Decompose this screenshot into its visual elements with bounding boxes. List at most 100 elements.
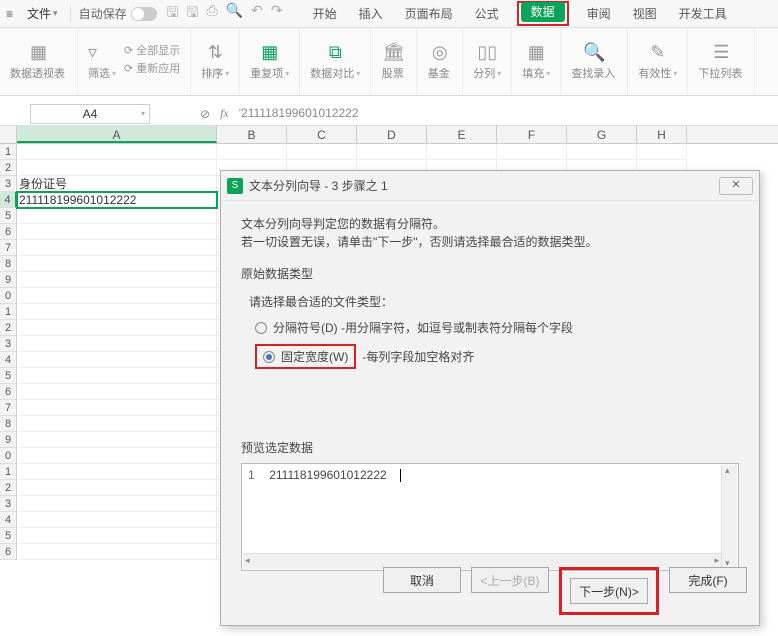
cell[interactable] xyxy=(17,304,217,320)
cell[interactable] xyxy=(217,144,287,160)
row-header[interactable]: 9 xyxy=(0,272,17,288)
cell[interactable] xyxy=(17,528,217,544)
row-header[interactable]: 4 xyxy=(0,192,17,208)
tab-insert[interactable]: 插入 xyxy=(355,1,387,26)
row-header[interactable]: 6 xyxy=(0,544,17,560)
cell[interactable] xyxy=(17,336,217,352)
ribbon-validity[interactable]: ✎ 有效性 xyxy=(628,28,688,95)
cell[interactable] xyxy=(17,240,217,256)
ribbon-fill[interactable]: ▦ 填充 xyxy=(512,28,561,95)
ribbon-split[interactable]: ▯▯ 分列 xyxy=(463,28,512,95)
col-header-B[interactable]: B xyxy=(217,126,287,143)
row-header[interactable]: 8 xyxy=(0,256,17,272)
cell[interactable]: 211118199601012222 xyxy=(17,192,217,208)
tab-data[interactable]: 数据 xyxy=(521,2,565,22)
save-as-icon[interactable]: 🖫 xyxy=(187,2,199,26)
row-header[interactable]: 0 xyxy=(0,448,17,464)
dialog-titlebar[interactable]: S 文本分列向导 - 3 步骤之 1 ✕ xyxy=(221,171,759,201)
cell[interactable] xyxy=(17,544,217,560)
save-icon[interactable]: 🖫 xyxy=(167,2,179,26)
ribbon-compare[interactable]: ⧉ 数据对比 xyxy=(300,28,371,95)
row-header[interactable]: 2 xyxy=(0,480,17,496)
preview-icon[interactable]: 🔍 xyxy=(226,2,243,26)
cell[interactable] xyxy=(357,144,427,160)
cell[interactable] xyxy=(17,224,217,240)
cell[interactable] xyxy=(17,384,217,400)
fx-icon[interactable]: fx xyxy=(220,106,229,121)
tab-start[interactable]: 开始 xyxy=(309,1,341,26)
col-header-D[interactable]: D xyxy=(357,126,427,143)
cell[interactable] xyxy=(17,416,217,432)
cell[interactable] xyxy=(17,160,217,176)
tab-review[interactable]: 审阅 xyxy=(583,1,615,26)
cell[interactable] xyxy=(17,320,217,336)
row-header[interactable]: 0 xyxy=(0,288,17,304)
formula-input[interactable]: '211118199601012222 xyxy=(239,106,359,121)
undo-icon[interactable]: ↶ xyxy=(251,2,263,26)
finish-button[interactable]: 完成(F) xyxy=(669,567,747,593)
col-header-F[interactable]: F xyxy=(497,126,567,143)
row-header[interactable]: 6 xyxy=(0,224,17,240)
ribbon-sort[interactable]: ⇅ 排序 xyxy=(191,28,240,95)
tab-layout[interactable]: 页面布局 xyxy=(401,1,457,26)
ribbon-dropdown[interactable]: ☰ 下拉列表 xyxy=(688,28,755,95)
radio-delimited[interactable]: 分隔符号(D) -用分隔字符，如逗号或制表符分隔每个字段 xyxy=(255,319,739,336)
row-header[interactable]: 8 xyxy=(0,416,17,432)
cell[interactable] xyxy=(567,144,637,160)
preview-scrollbar-v[interactable] xyxy=(721,465,737,569)
cell[interactable] xyxy=(17,448,217,464)
hamburger-icon[interactable]: ≡ xyxy=(0,7,19,21)
row-header[interactable]: 3 xyxy=(0,496,17,512)
redo-icon[interactable]: ↷ xyxy=(271,2,283,26)
cell[interactable] xyxy=(17,256,217,272)
cell[interactable] xyxy=(17,480,217,496)
tab-view[interactable]: 视图 xyxy=(629,1,661,26)
toggle-icon[interactable] xyxy=(131,7,157,21)
row-header[interactable]: 9 xyxy=(0,432,17,448)
print-icon[interactable]: ⎙ xyxy=(206,2,217,26)
ribbon-pivot[interactable]: ▦ 数据透视表 xyxy=(0,28,78,95)
row-header[interactable]: 1 xyxy=(0,304,17,320)
radio-icon[interactable] xyxy=(255,322,267,334)
cancel-button[interactable]: 取消 xyxy=(383,567,461,593)
ribbon-dedup[interactable]: ▦ 重复项 xyxy=(240,28,300,95)
cell[interactable] xyxy=(17,368,217,384)
row-header[interactable]: 2 xyxy=(0,320,17,336)
cell[interactable] xyxy=(637,144,687,160)
cell[interactable] xyxy=(17,512,217,528)
cell[interactable] xyxy=(17,496,217,512)
col-header-C[interactable]: C xyxy=(287,126,357,143)
row-header[interactable]: 1 xyxy=(0,464,17,480)
tab-dev[interactable]: 开发工具 xyxy=(675,1,731,26)
cell[interactable] xyxy=(17,352,217,368)
row-header[interactable]: 7 xyxy=(0,400,17,416)
row-header[interactable]: 1 xyxy=(0,144,17,160)
dialog-close-button[interactable]: ✕ xyxy=(719,177,753,195)
filter-icon[interactable]: ▿ xyxy=(88,42,97,63)
filter-button[interactable]: 筛选 xyxy=(88,65,116,81)
cell[interactable] xyxy=(427,144,497,160)
cancel-edit-icon[interactable]: ⊘ xyxy=(200,107,210,121)
cell[interactable] xyxy=(17,432,217,448)
row-header[interactable]: 3 xyxy=(0,176,17,192)
ribbon-funds[interactable]: ◎ 基金 xyxy=(417,28,463,95)
cell[interactable] xyxy=(17,144,217,160)
col-header-A[interactable]: A xyxy=(17,126,217,143)
row-header[interactable]: 4 xyxy=(0,352,17,368)
select-all-corner[interactable] xyxy=(0,126,17,143)
row-header[interactable]: 6 xyxy=(0,384,17,400)
cell[interactable]: 身份证号 xyxy=(17,176,217,192)
row-header[interactable]: 5 xyxy=(0,208,17,224)
cell[interactable] xyxy=(17,272,217,288)
showall-button[interactable]: ⟳全部显示 xyxy=(124,42,180,58)
row-header[interactable]: 4 xyxy=(0,512,17,528)
row-header[interactable]: 7 xyxy=(0,240,17,256)
col-header-G[interactable]: G xyxy=(567,126,637,143)
cell[interactable] xyxy=(17,208,217,224)
autosave-toggle[interactable]: 自动保存 xyxy=(75,5,161,22)
row-header[interactable]: 2 xyxy=(0,160,17,176)
radio-fixed[interactable] xyxy=(263,351,275,363)
row-header[interactable]: 3 xyxy=(0,336,17,352)
ribbon-stocks[interactable]: 🏛 股票 xyxy=(371,28,417,95)
name-box[interactable]: A4 xyxy=(30,104,150,124)
